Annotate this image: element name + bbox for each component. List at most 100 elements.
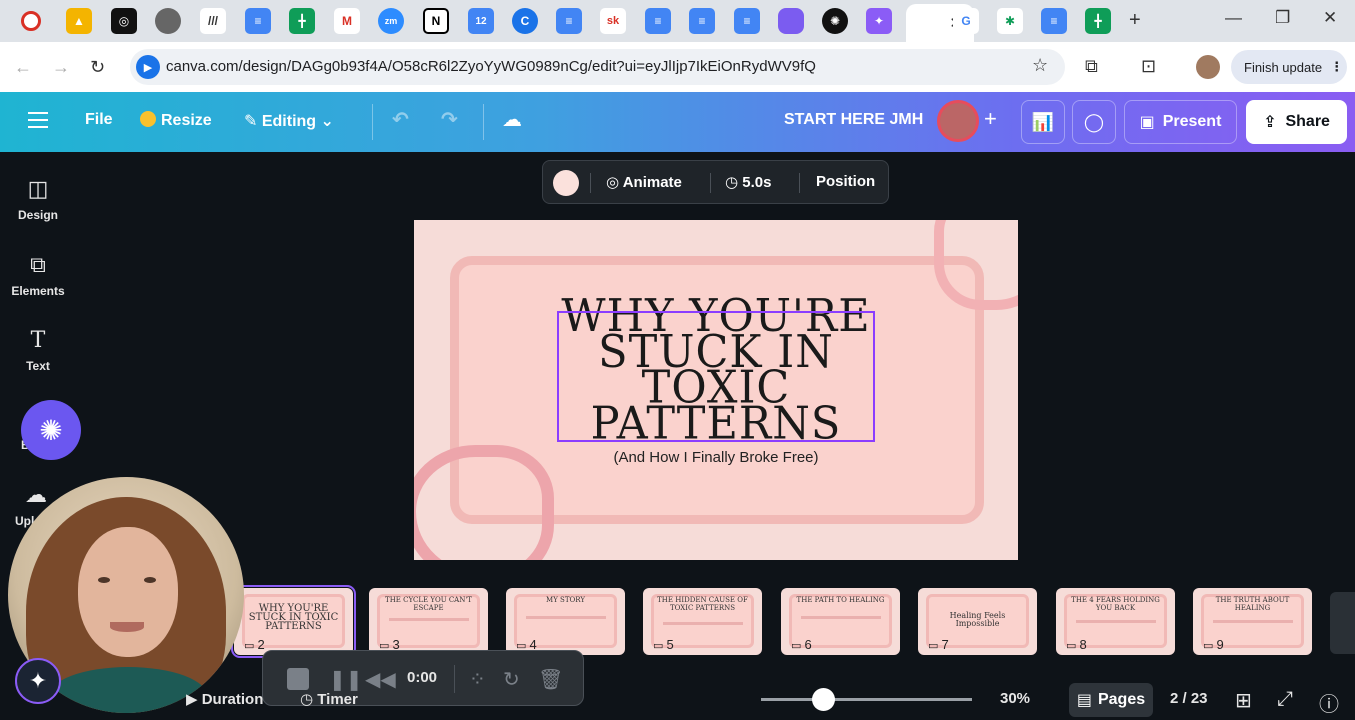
app-icon[interactable]: /// bbox=[200, 8, 226, 34]
stop-icon[interactable] bbox=[287, 668, 309, 690]
page-thumbnail[interactable]: THE 4 FEARS HOLDING YOU BACK 8 bbox=[1056, 588, 1175, 655]
help-icon[interactable]: ⓘ bbox=[1319, 688, 1339, 717]
trash-icon[interactable]: 🗑 bbox=[538, 667, 563, 692]
record-icon[interactable] bbox=[21, 11, 41, 31]
docs-icon[interactable]: ≡ bbox=[645, 8, 671, 34]
page-thumbnail[interactable]: MY STORY 4 bbox=[506, 588, 625, 655]
docs-icon[interactable]: ≡ bbox=[689, 8, 715, 34]
notion-icon[interactable]: N bbox=[423, 8, 449, 34]
chevron-down-icon: ⌄ bbox=[320, 113, 334, 130]
bookmark-star-icon[interactable]: ☆ bbox=[1032, 55, 1048, 76]
page-thumbnail-partial[interactable] bbox=[1330, 592, 1355, 654]
position-button[interactable]: Position bbox=[816, 173, 875, 190]
element-toolbar: ◎ Animate ◷ 5.0s Position bbox=[542, 160, 889, 204]
page-thumbnail[interactable]: THE CYCLE YOU CAN'T ESCAPE 3 bbox=[369, 588, 488, 655]
effects-icon[interactable]: ⁘ bbox=[469, 667, 486, 692]
slide-subtitle[interactable]: (And How I Finally Broke Free) bbox=[514, 449, 918, 466]
thumb-line bbox=[1076, 620, 1156, 623]
google-icon[interactable]: G bbox=[953, 8, 979, 34]
sparkle-icon: ✦ bbox=[28, 668, 48, 693]
sidebar-item-text[interactable]: T Text bbox=[0, 328, 76, 373]
tab-search-icon[interactable]: ⊡ bbox=[1141, 56, 1156, 77]
profile-avatar[interactable] bbox=[1196, 55, 1220, 79]
page-thumbnail[interactable]: WHY YOU'RE STUCK IN TOXIC PATTERNS 2 bbox=[231, 585, 356, 658]
docs-icon[interactable]: ≡ bbox=[1041, 8, 1067, 34]
url-text[interactable]: canva.com/design/DAGg0b93f4A/O58cR6l2Zyo… bbox=[166, 58, 816, 75]
zoom-icon[interactable]: zm bbox=[378, 8, 404, 34]
chatgpt-icon[interactable]: ◎ bbox=[111, 8, 137, 34]
sidebar-item-elements[interactable]: ⧉ Elements bbox=[0, 252, 76, 298]
timer-button[interactable]: ◷ Timer bbox=[300, 690, 358, 708]
zoom-level[interactable]: 30% bbox=[1000, 690, 1030, 707]
pages-icon: ▤ bbox=[1076, 692, 1092, 709]
docs-icon[interactable]: ≡ bbox=[556, 8, 582, 34]
fullscreen-icon[interactable]: ⤢ bbox=[1277, 688, 1293, 711]
extensions-icon[interactable]: ⧉ bbox=[1085, 56, 1098, 77]
finish-update-button[interactable]: Finish update ⋮ bbox=[1231, 50, 1347, 84]
pages-button[interactable]: ▤ Pages bbox=[1069, 683, 1153, 717]
collaborator-avatar[interactable] bbox=[937, 100, 979, 142]
openai-icon[interactable]: ✺ bbox=[822, 8, 848, 34]
zoom-slider-handle[interactable] bbox=[812, 688, 835, 711]
rewind-icon[interactable]: ◀◀ bbox=[365, 667, 396, 692]
forward-icon[interactable]: → bbox=[52, 57, 70, 78]
duration-button[interactable]: ▶ Duration bbox=[186, 690, 263, 708]
sheets-icon[interactable]: ╋ bbox=[1085, 8, 1111, 34]
app-icon[interactable]: C bbox=[512, 8, 538, 34]
share-button[interactable]: ⇪ Share bbox=[1246, 100, 1347, 144]
main-menu-icon[interactable] bbox=[28, 112, 48, 128]
zoom-slider-track[interactable] bbox=[761, 698, 972, 701]
docs-icon[interactable]: ≡ bbox=[245, 8, 271, 34]
window-close-icon[interactable]: ✕ bbox=[1323, 8, 1337, 28]
finish-update-label: Finish update bbox=[1244, 59, 1323, 75]
restore-icon[interactable]: ❐ bbox=[1275, 8, 1290, 28]
more-menu-icon[interactable]: ⋮ bbox=[1330, 59, 1343, 75]
page-thumbnail[interactable]: THE TRUTH ABOUT HEALING 9 bbox=[1193, 588, 1312, 655]
docs-icon[interactable]: ≡ bbox=[734, 8, 760, 34]
divider bbox=[372, 104, 373, 140]
sk-icon[interactable]: sk bbox=[600, 8, 626, 34]
cloud-saved-icon[interactable]: ☁ bbox=[502, 107, 522, 132]
file-menu[interactable]: File bbox=[85, 111, 113, 129]
magic-sparkle-button[interactable]: ✦ bbox=[15, 658, 61, 704]
undo-icon[interactable]: ↶ bbox=[392, 107, 409, 132]
page-thumbnail[interactable]: Healing Feels Impossible 7 bbox=[918, 588, 1037, 655]
back-icon[interactable]: ← bbox=[14, 57, 32, 78]
insights-button[interactable]: 📊 bbox=[1021, 100, 1065, 144]
reload-icon[interactable]: ↻ bbox=[90, 57, 105, 78]
drive-icon[interactable]: ▲ bbox=[66, 8, 92, 34]
url-field[interactable]: ▶ canva.com/design/DAGg0b93f4A/O58cR6l2Z… bbox=[130, 49, 1065, 85]
resize-button[interactable]: Resize bbox=[140, 111, 212, 130]
present-button[interactable]: ▣ Present bbox=[1124, 100, 1237, 144]
app-icon[interactable] bbox=[778, 8, 804, 34]
color-swatch[interactable] bbox=[553, 170, 579, 196]
sidebar-label: Elements bbox=[11, 284, 65, 298]
page-thumbnail[interactable]: THE PATH TO HEALING 6 bbox=[781, 588, 900, 655]
page-thumbnail[interactable]: THE HIDDEN CAUSE OF TOXIC PATTERNS 5 bbox=[643, 588, 762, 655]
calendar-icon[interactable]: 12 bbox=[468, 8, 494, 34]
animate-button[interactable]: ◎ Animate bbox=[606, 173, 682, 191]
sidebar-item-design[interactable]: ◫ Design bbox=[0, 176, 76, 222]
comments-button[interactable]: ◯ bbox=[1072, 100, 1116, 144]
pages-label: Pages bbox=[1097, 691, 1146, 708]
canva-icon[interactable]: ✦ bbox=[866, 8, 892, 34]
grid-view-icon[interactable]: ⊞ bbox=[1235, 688, 1252, 713]
app-icon[interactable]: ✱ bbox=[997, 8, 1023, 34]
pause-icon[interactable]: ❚❚ bbox=[329, 667, 363, 692]
duration-button[interactable]: ◷ 5.0s bbox=[725, 173, 771, 191]
redo-icon[interactable]: ↷ bbox=[441, 107, 458, 132]
site-info-icon[interactable]: ▶ bbox=[136, 55, 160, 79]
add-collaborator-icon[interactable]: + bbox=[984, 106, 997, 132]
restart-icon[interactable]: ↻ bbox=[503, 667, 520, 692]
slide-canvas[interactable]: WHY YOU'RE STUCK IN TOXIC PATTERNS (And … bbox=[414, 220, 1018, 560]
app-icon[interactable] bbox=[155, 8, 181, 34]
thumb-number: 7 bbox=[928, 637, 948, 652]
gmail-icon[interactable]: M bbox=[334, 8, 360, 34]
editing-dropdown[interactable]: ✎ Editing ⌄ bbox=[244, 111, 334, 131]
new-tab-icon[interactable]: + bbox=[1129, 9, 1141, 32]
selection-box[interactable] bbox=[557, 311, 875, 442]
minimize-icon[interactable]: — bbox=[1225, 8, 1242, 28]
design-title[interactable]: START HERE JMH bbox=[784, 111, 923, 129]
sheets-icon[interactable]: ╋ bbox=[289, 8, 315, 34]
magic-apps-button[interactable]: ✺ bbox=[21, 400, 81, 460]
